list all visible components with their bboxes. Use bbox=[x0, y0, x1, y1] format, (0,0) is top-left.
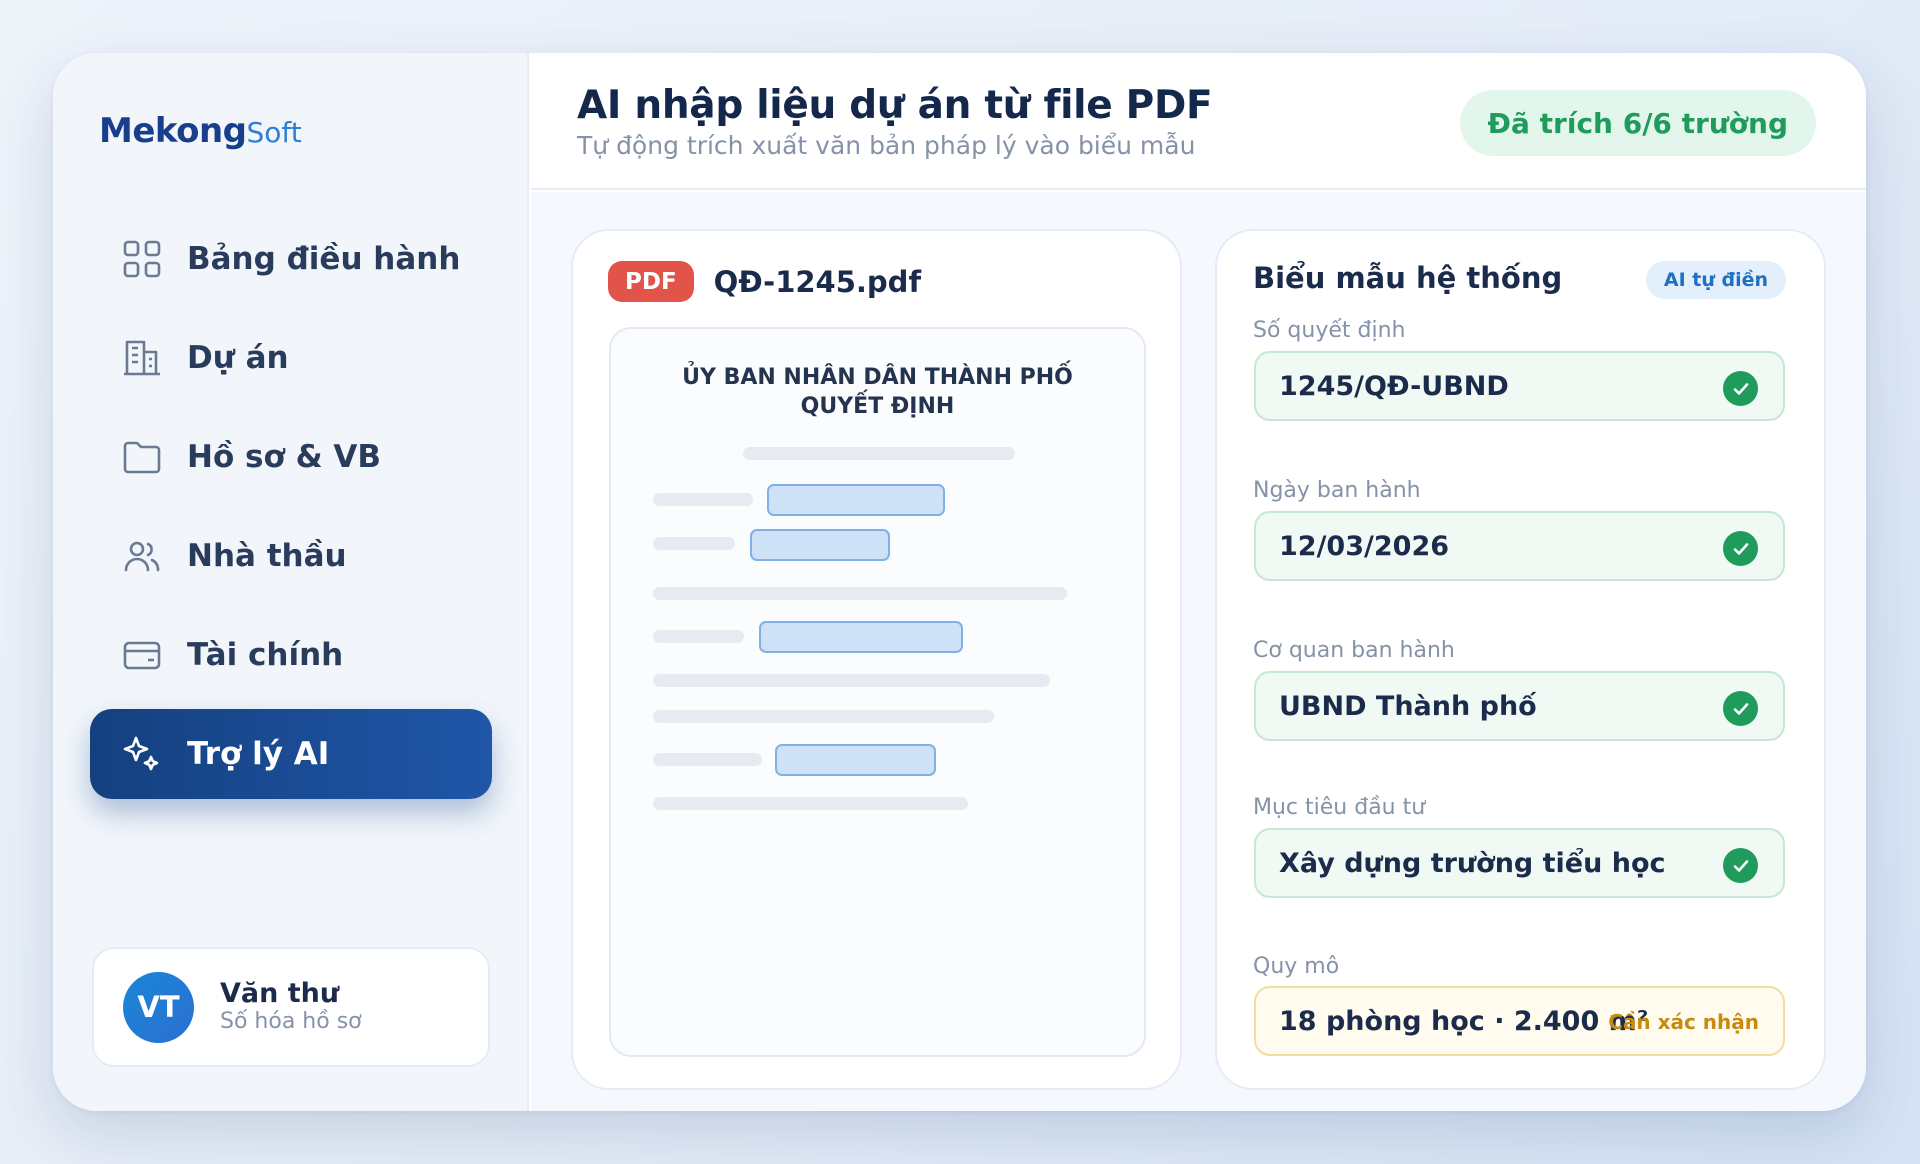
extracted-highlight[interactable] bbox=[775, 744, 936, 776]
page-title: AI nhập liệu dự án từ file PDF bbox=[577, 83, 1213, 128]
pdf-badge: PDF bbox=[608, 261, 694, 302]
pdf-preview[interactable]: ỦY BAN NHÂN DÂN THÀNH PHỐ QUYẾT ĐỊNH bbox=[609, 327, 1146, 1057]
scale-field[interactable]: 18 phòng học · 2.400 m² Cần xác nhận bbox=[1254, 986, 1785, 1056]
sidebar-item-label: Bảng điều hành bbox=[187, 241, 461, 277]
doc-text-line bbox=[653, 753, 762, 766]
field-value: 18 phòng học · 2.400 m² bbox=[1279, 1005, 1649, 1037]
doc-text-line bbox=[653, 797, 968, 810]
field-label: Ngày ban hành bbox=[1253, 478, 1421, 503]
user-info: Văn thư Số hóa hồ sơ bbox=[220, 979, 362, 1035]
sidebar-item-ai-assistant[interactable]: Trợ lý AI bbox=[90, 709, 492, 799]
check-icon bbox=[1723, 531, 1758, 566]
sidebar-item-documents[interactable]: Hồ sơ & VB bbox=[90, 412, 492, 502]
app-window: MekongSoft Bảng điều hành Dự án Hồ sơ & … bbox=[53, 53, 1866, 1111]
doc-text-line bbox=[653, 493, 753, 506]
doc-subheading: QUYẾT ĐỊNH bbox=[800, 394, 955, 419]
page-subtitle: Tự động trích xuất văn bản pháp lý vào b… bbox=[577, 131, 1196, 160]
folder-icon bbox=[120, 435, 164, 479]
page-header: AI nhập liệu dự án từ file PDF Tự động t… bbox=[531, 53, 1866, 190]
status-badge: Đã trích 6/6 trường bbox=[1459, 90, 1816, 156]
logo: MekongSoft bbox=[99, 111, 302, 151]
sidebar-item-finance[interactable]: Tài chính bbox=[90, 610, 492, 700]
field-label: Số quyết định bbox=[1253, 318, 1406, 343]
logo-main-text: Mekong bbox=[99, 111, 247, 151]
sidebar-item-contractors[interactable]: Nhà thầu bbox=[90, 511, 492, 601]
pdf-viewer-card: PDF QĐ-1245.pdf ỦY BAN NHÂN DÂN THÀNH PH… bbox=[571, 229, 1182, 1090]
sidebar-item-projects[interactable]: Dự án bbox=[90, 313, 492, 403]
users-icon bbox=[120, 534, 164, 578]
user-role: Số hóa hồ sơ bbox=[220, 1009, 362, 1034]
sidebar-item-label: Trợ lý AI bbox=[187, 736, 330, 772]
logo-sub-text: Soft bbox=[246, 116, 302, 149]
doc-text-line bbox=[653, 587, 1067, 600]
sidebar-item-label: Nhà thầu bbox=[187, 538, 347, 574]
sidebar-item-label: Dự án bbox=[187, 340, 289, 376]
sparkle-icon bbox=[120, 732, 164, 776]
needs-confirmation-tag[interactable]: Cần xác nhận bbox=[1608, 1010, 1759, 1034]
doc-text-line bbox=[653, 537, 735, 550]
extracted-highlight[interactable] bbox=[767, 484, 945, 516]
check-icon bbox=[1723, 371, 1758, 406]
sidebar-nav: Bảng điều hành Dự án Hồ sơ & VB Nhà thầu… bbox=[90, 214, 492, 808]
field-value: UBND Thành phố bbox=[1279, 690, 1537, 722]
system-form-card: Biểu mẫu hệ thống AI tự điền Số quyết đị… bbox=[1215, 229, 1826, 1090]
building-icon bbox=[120, 336, 164, 380]
grid-icon bbox=[120, 237, 164, 281]
field-label: Mục tiêu đầu tư bbox=[1253, 795, 1426, 820]
doc-text-line bbox=[743, 447, 1015, 460]
doc-text-line bbox=[653, 674, 1050, 687]
doc-heading: ỦY BAN NHÂN DÂN THÀNH PHỐ bbox=[682, 365, 1073, 390]
avatar: VT bbox=[123, 971, 194, 1043]
sidebar-item-label: Tài chính bbox=[187, 637, 344, 673]
field-value: Xây dựng trường tiểu học bbox=[1279, 847, 1666, 879]
field-value: 1245/QĐ-UBND bbox=[1279, 370, 1509, 402]
doc-text-line bbox=[653, 630, 744, 643]
sidebar: MekongSoft Bảng điều hành Dự án Hồ sơ & … bbox=[53, 53, 529, 1111]
user-card[interactable]: VT Văn thư Số hóa hồ sơ bbox=[92, 947, 490, 1067]
field-label: Quy mô bbox=[1253, 954, 1340, 979]
check-icon bbox=[1723, 848, 1758, 883]
check-icon bbox=[1723, 691, 1758, 726]
extracted-highlight[interactable] bbox=[759, 621, 963, 653]
field-label: Cơ quan ban hành bbox=[1253, 638, 1455, 663]
form-title: Biểu mẫu hệ thống bbox=[1253, 261, 1563, 295]
pdf-filename[interactable]: QĐ-1245.pdf bbox=[714, 265, 921, 299]
main-content: PDF QĐ-1245.pdf ỦY BAN NHÂN DÂN THÀNH PH… bbox=[531, 192, 1866, 1111]
field-value: 12/03/2026 bbox=[1279, 530, 1450, 562]
wallet-icon bbox=[120, 633, 164, 677]
issue-date-field[interactable]: 12/03/2026 bbox=[1254, 511, 1785, 581]
decision-number-field[interactable]: 1245/QĐ-UBND bbox=[1254, 351, 1785, 421]
investment-goal-field[interactable]: Xây dựng trường tiểu học bbox=[1254, 828, 1785, 898]
sidebar-item-label: Hồ sơ & VB bbox=[187, 439, 382, 475]
doc-text-line bbox=[653, 710, 994, 723]
issuing-agency-field[interactable]: UBND Thành phố bbox=[1254, 671, 1785, 741]
pdf-header: PDF QĐ-1245.pdf bbox=[608, 261, 921, 302]
user-name: Văn thư bbox=[220, 978, 340, 1009]
ai-autofill-badge: AI tự điền bbox=[1645, 261, 1786, 299]
extracted-highlight[interactable] bbox=[750, 529, 890, 561]
sidebar-item-dashboard[interactable]: Bảng điều hành bbox=[90, 214, 492, 304]
